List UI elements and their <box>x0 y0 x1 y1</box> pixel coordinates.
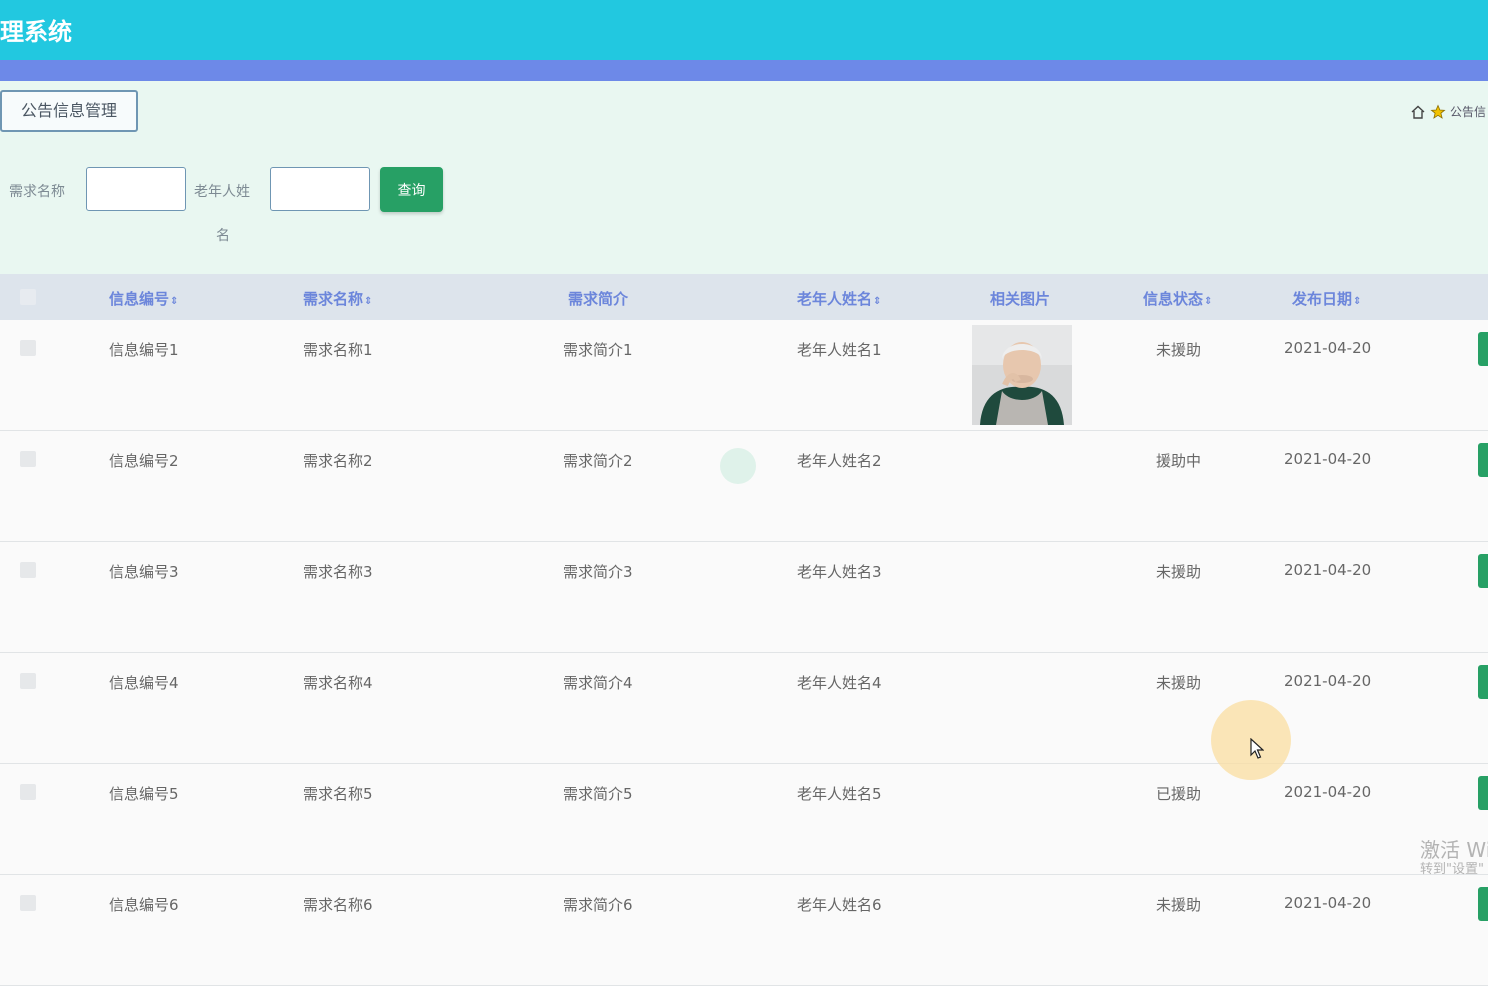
demand-name-cell: 需求名称4 <box>303 674 373 692</box>
demand-intro-cell: 需求简介2 <box>563 452 633 470</box>
info-id-cell: 信息编号1 <box>109 341 179 359</box>
column-header-image: 相关图片 <box>990 290 1051 308</box>
row-action-button[interactable] <box>1478 443 1488 477</box>
row-checkbox[interactable] <box>20 784 36 800</box>
publish-date-cell: 2021-04-20 <box>1284 339 1372 357</box>
table-row: 信息编号2 需求名称2 需求简介2 老年人姓名2 援助中 2021-04-20 <box>0 431 1488 542</box>
demand-intro-cell: 需求简介5 <box>563 785 633 803</box>
row-checkbox[interactable] <box>20 673 36 689</box>
column-header-date[interactable]: 发布日期⇕ <box>1292 288 1361 309</box>
info-id-cell: 信息编号5 <box>109 785 179 803</box>
breadcrumb: 公告信 <box>1410 103 1486 120</box>
publish-date-cell: 2021-04-20 <box>1284 672 1372 690</box>
status-cell: 未援助 <box>1156 341 1202 359</box>
elder-name-cell: 老年人姓名5 <box>797 785 882 803</box>
row-action-button[interactable] <box>1478 887 1488 921</box>
demand-name-input[interactable] <box>86 167 186 211</box>
sort-icon: ⇕ <box>170 296 179 307</box>
table-row: 信息编号5 需求名称5 需求简介5 老年人姓名5 已援助 2021-04-20 <box>0 764 1488 875</box>
breadcrumb-current[interactable]: 公告信 <box>1450 103 1486 120</box>
home-icon[interactable] <box>1410 104 1426 120</box>
row-checkbox[interactable] <box>20 895 36 911</box>
demand-name-cell: 需求名称6 <box>303 896 373 914</box>
elder-name-cell: 老年人姓名4 <box>797 674 882 692</box>
query-button[interactable]: 查询 <box>380 167 443 212</box>
column-header-elder-name[interactable]: 老年人姓名⇕ <box>797 288 881 309</box>
select-all-checkbox[interactable] <box>20 289 36 305</box>
demand-name-cell: 需求名称2 <box>303 452 373 470</box>
publish-date-cell: 2021-04-20 <box>1284 894 1372 912</box>
row-action-button[interactable] <box>1478 776 1488 810</box>
table-row: 信息编号3 需求名称3 需求简介3 老年人姓名3 未援助 2021-04-20 <box>0 542 1488 653</box>
column-header-info-id[interactable]: 信息编号⇕ <box>109 288 178 309</box>
status-cell: 未援助 <box>1156 563 1202 581</box>
column-header-demand-name[interactable]: 需求名称⇕ <box>303 288 372 309</box>
sort-icon: ⇕ <box>873 296 882 307</box>
sub-header-bar <box>0 60 1488 81</box>
demand-intro-cell: 需求简介1 <box>563 341 633 359</box>
windows-activation-watermark: 激活 Wi 转到"设置" <box>1420 838 1488 877</box>
demand-name-cell: 需求名称5 <box>303 785 373 803</box>
publish-date-cell: 2021-04-20 <box>1284 450 1372 468</box>
publish-date-cell: 2021-04-20 <box>1284 561 1372 579</box>
elder-name-label: 老年人姓 <box>194 184 250 200</box>
status-cell: 未援助 <box>1156 896 1202 914</box>
column-header-status[interactable]: 信息状态⇕ <box>1143 288 1212 309</box>
row-checkbox[interactable] <box>20 562 36 578</box>
demand-intro-cell: 需求简介6 <box>563 896 633 914</box>
row-action-button[interactable] <box>1478 332 1488 366</box>
mouse-cursor-icon <box>1250 737 1265 764</box>
elder-name-cell: 老年人姓名2 <box>797 452 882 470</box>
elder-name-input[interactable] <box>270 167 370 211</box>
table-row: 信息编号1 需求名称1 需求简介1 老年人姓名1 未援助 2021-04-20 <box>0 320 1488 431</box>
top-header-bar: 理系统 <box>0 0 1488 60</box>
click-indicator <box>720 448 756 484</box>
sort-icon: ⇕ <box>1353 296 1362 307</box>
table-header: 信息编号⇕ 需求名称⇕ 需求简介 老年人姓名⇕ 相关图片 信息状态⇕ 发布日期⇕ <box>0 274 1488 320</box>
demand-name-cell: 需求名称1 <box>303 341 373 359</box>
row-action-button[interactable] <box>1478 554 1488 588</box>
elder-photo-image[interactable] <box>972 325 1072 425</box>
status-cell: 援助中 <box>1156 452 1202 470</box>
sort-icon: ⇕ <box>364 296 373 307</box>
info-id-cell: 信息编号3 <box>109 563 179 581</box>
demand-intro-cell: 需求简介3 <box>563 563 633 581</box>
elder-name-cell: 老年人姓名3 <box>797 563 882 581</box>
demand-intro-cell: 需求简介4 <box>563 674 633 692</box>
publish-date-cell: 2021-04-20 <box>1284 783 1372 801</box>
column-header-demand-intro: 需求简介 <box>568 290 629 308</box>
info-id-cell: 信息编号2 <box>109 452 179 470</box>
status-cell: 已援助 <box>1156 785 1202 803</box>
app-title: 理系统 <box>0 18 72 46</box>
search-panel: 公告信息管理 公告信 需求名称 老年人姓 名 查询 <box>0 81 1488 274</box>
elder-name-label-wrap: 名 <box>216 228 230 244</box>
section-title-button[interactable]: 公告信息管理 <box>0 90 138 132</box>
demand-name-label: 需求名称 <box>9 184 65 200</box>
row-checkbox[interactable] <box>20 340 36 356</box>
info-id-cell: 信息编号6 <box>109 896 179 914</box>
elder-name-cell: 老年人姓名6 <box>797 896 882 914</box>
elder-name-cell: 老年人姓名1 <box>797 341 882 359</box>
demand-name-cell: 需求名称3 <box>303 563 373 581</box>
sort-icon: ⇕ <box>1204 296 1213 307</box>
info-id-cell: 信息编号4 <box>109 674 179 692</box>
row-checkbox[interactable] <box>20 451 36 467</box>
table-row: 信息编号6 需求名称6 需求简介6 老年人姓名6 未援助 2021-04-20 <box>0 875 1488 986</box>
status-cell: 未援助 <box>1156 674 1202 692</box>
star-icon <box>1430 103 1446 120</box>
row-action-button[interactable] <box>1478 665 1488 699</box>
